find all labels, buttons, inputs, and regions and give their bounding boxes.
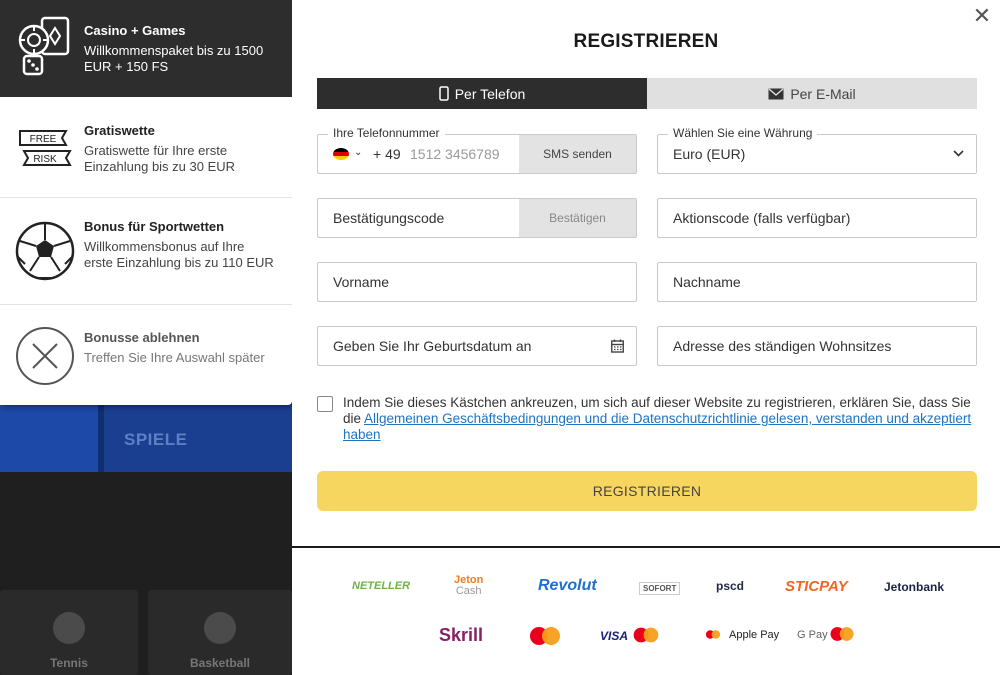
currency-value: Euro (EUR) — [673, 146, 746, 162]
birthdate-field[interactable]: Geben Sie Ihr Geburtsdatum an — [317, 326, 637, 366]
bonus-desc: Gratiswette für Ihre erste Einzahlung bi… — [84, 143, 236, 174]
tab-label: Per Telefon — [454, 85, 526, 102]
first-name-field[interactable]: Vorname — [317, 262, 637, 302]
terms-link[interactable]: Allgemeinen Geschäftsbedingungen und die… — [343, 411, 971, 442]
sofort-logo: SOFORT — [639, 582, 681, 595]
tab-label: Per E-Mail — [790, 85, 856, 102]
sport-tile-label: Basketball — [189, 656, 251, 670]
bonus-selector: Casino + Games Willkommenspaket bis zu 1… — [0, 0, 292, 405]
currency-label: Wählen Sie eine Währung — [668, 126, 818, 140]
tennis-ball-icon — [53, 612, 85, 644]
payment-methods: NETELLER Jeton Cash Revolut SOFORT pscd S… — [292, 548, 1000, 675]
chevron-down-icon — [953, 150, 964, 157]
jetonbank-logo: Jetonbank — [884, 580, 945, 594]
decline-x-icon — [16, 327, 74, 385]
phone-input[interactable]: 1512 3456789 — [410, 146, 500, 162]
google-pay-logo: G Pay — [797, 629, 828, 641]
promo-code-input[interactable]: Aktionscode (falls verfügbar) — [673, 210, 850, 226]
neteller-logo: NETELLER — [352, 580, 411, 592]
tab-phone[interactable]: Per Telefon — [317, 78, 647, 109]
pscd-logo: pscd — [716, 579, 745, 593]
bonus-desc: Willkommenspaket bis zu 1500 EUR + 150 F… — [84, 43, 264, 74]
bonus-title: Bonusse ablehnen — [84, 330, 200, 345]
risk-label: RISK — [33, 154, 57, 165]
bonus-decline[interactable]: Bonusse ablehnen Treffen Sie Ihre Auswah… — [0, 305, 292, 405]
basketball-icon — [204, 612, 236, 644]
free-risk-icon: FREE RISK — [19, 130, 72, 166]
jeton-cash-logo: Jeton Cash — [454, 575, 483, 597]
registration-tabs: Per Telefon Per E-Mail — [317, 78, 977, 109]
visa-logo: VISA — [600, 629, 629, 643]
promo-code-field[interactable]: Aktionscode (falls verfügbar) — [657, 198, 977, 238]
jeton-cash-label: Cash — [455, 585, 482, 597]
sport-tiles: Tennis Basketball — [0, 590, 292, 675]
phone-prefix: + 49 — [373, 146, 401, 162]
confirmation-code-input[interactable]: Bestätigungscode — [333, 210, 444, 226]
address-field[interactable]: Adresse des ständigen Wohnsitzes — [657, 326, 977, 366]
phone-label: Ihre Telefonnummer — [328, 126, 445, 140]
envelope-icon — [768, 87, 784, 99]
register-submit-button[interactable]: REGISTRIEREN — [317, 471, 977, 511]
last-name-field[interactable]: Nachname — [657, 262, 977, 302]
bonus-title: Bonus für Sportwetten — [84, 219, 225, 234]
skrill-logo: Skrill — [439, 625, 484, 645]
flag-stripe-gold — [333, 156, 349, 160]
apple-pay-logo: Apple Pay — [729, 629, 780, 641]
bonus-casino-games[interactable]: Casino + Games Willkommenspaket bis zu 1… — [0, 0, 292, 97]
last-name-input[interactable]: Nachname — [673, 274, 741, 290]
mastercard-logo-icon — [830, 627, 854, 641]
bonus-sportwetten[interactable]: Bonus für Sportwetten Willkommensbonus a… — [0, 198, 292, 305]
currency-select[interactable]: Wählen Sie eine Währung Euro (EUR) — [657, 126, 977, 174]
address-input[interactable]: Adresse des ständigen Wohnsitzes — [673, 338, 891, 354]
germany-flag-icon[interactable] — [333, 148, 349, 160]
casino-chips-icon — [18, 16, 70, 76]
phone-field: Ihre Telefonnummer ⌄ + 49 1512 3456789 S… — [317, 126, 637, 174]
close-icon[interactable]: ✕ — [972, 5, 992, 27]
sport-tile-basketball: Basketball — [148, 590, 292, 675]
modal-title: REGISTRIEREN — [573, 31, 719, 52]
terms-checkbox[interactable] — [317, 396, 333, 412]
confirmation-code-field[interactable]: Bestätigungscode Bestätigen — [317, 198, 637, 238]
registration-modal: ✕ REGISTRIEREN Per Telefon Per E-Mail Ih… — [292, 0, 1000, 546]
bonus-desc: Willkommensbonus auf Ihre erste Einzahlu… — [84, 239, 274, 270]
sport-tile-tennis: Tennis — [0, 590, 138, 675]
spiele-label: SPIELE — [124, 430, 188, 449]
calendar-icon[interactable] — [611, 339, 624, 353]
phone-icon — [438, 86, 449, 101]
mastercard-logo-icon — [633, 627, 659, 643]
chevron-down-icon[interactable]: ⌄ — [354, 147, 362, 158]
free-label: FREE — [30, 134, 57, 145]
sms-send-button[interactable]: SMS senden — [519, 135, 636, 173]
bonus-gratiswette[interactable]: FREE RISK Gratiswette Gratiswette für Ih… — [0, 97, 292, 198]
mastercard-logo-icon — [705, 630, 721, 639]
first-name-input[interactable]: Vorname — [333, 274, 389, 290]
terms-text: Indem Sie dieses Kästchen ankreuzen, um … — [343, 395, 983, 443]
soccer-ball-icon — [15, 221, 75, 281]
mastercard-logo-icon — [530, 627, 560, 645]
bonus-title: Gratiswette — [84, 123, 155, 138]
sticpay-logo: STICPAY — [785, 578, 848, 595]
bonus-desc: Treffen Sie Ihre Auswahl später — [84, 350, 265, 365]
sport-tile-label: Tennis — [50, 656, 88, 670]
revolut-logo: Revolut — [538, 577, 597, 594]
tab-email[interactable]: Per E-Mail — [647, 78, 977, 109]
confirm-button[interactable]: Bestätigen — [519, 199, 636, 237]
bonus-title: Casino + Games — [84, 23, 186, 38]
birthdate-input[interactable]: Geben Sie Ihr Geburtsdatum an — [333, 338, 531, 354]
